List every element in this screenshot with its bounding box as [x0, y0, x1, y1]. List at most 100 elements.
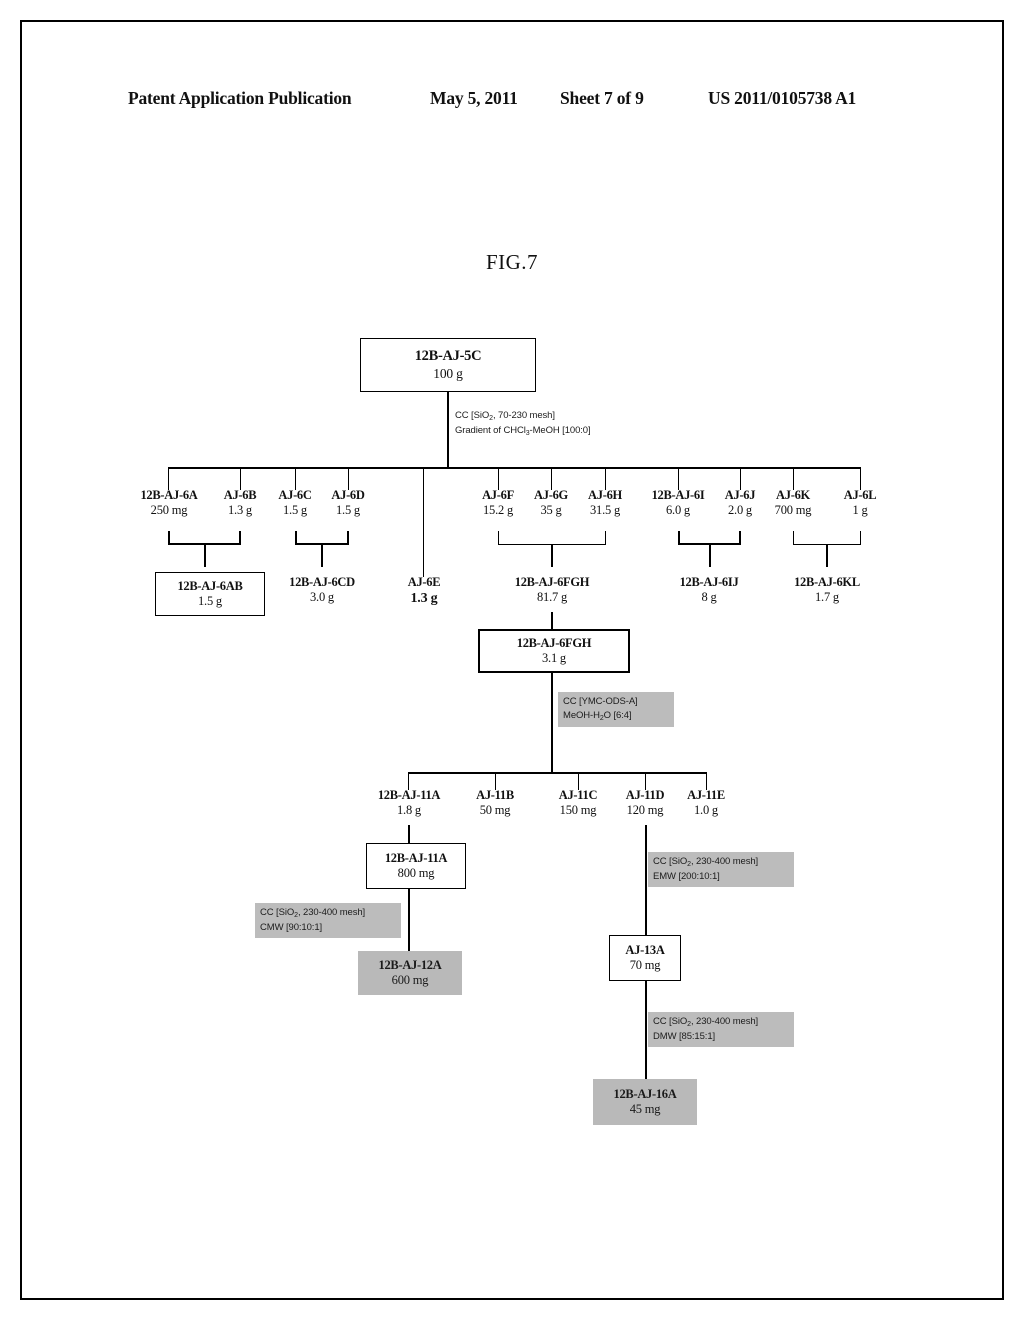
- node-weight: 100 g: [433, 365, 463, 381]
- node-aj-6h: AJ-6H 31.5 g: [576, 488, 634, 519]
- node-label: 12B-AJ-6A: [140, 488, 198, 502]
- node-label: 12B-AJ-6I: [651, 488, 705, 502]
- node-12b-aj-12a: 12B-AJ-12A 600 mg: [358, 951, 462, 995]
- node-weight: 70 mg: [629, 958, 661, 972]
- node-weight: 1.0 g: [693, 803, 718, 818]
- node-label: 12B-AJ-5C: [414, 347, 482, 364]
- connector-drop-aj6c: [295, 467, 297, 490]
- connector-drop-aj6e: [423, 467, 425, 577]
- node-weight: 1 g: [852, 503, 868, 518]
- node-weight: 250 mg: [150, 503, 188, 518]
- connector-drop-aj6i: [678, 467, 680, 490]
- node-weight: 1.5 g: [282, 503, 307, 518]
- node-label: AJ-6K: [776, 488, 810, 502]
- connector-drop-aj6b: [240, 467, 242, 490]
- node-label: AJ-6H: [588, 488, 622, 502]
- bracket-aj6cd: [295, 531, 349, 545]
- node-weight: 1.7 g: [814, 590, 839, 605]
- node-label: 12B-AJ-6FGH: [516, 635, 592, 650]
- node-label: 12B-AJ-16A: [613, 1086, 677, 1101]
- bracket-aj6ij: [678, 531, 741, 545]
- node-weight: 1.5 g: [335, 503, 360, 518]
- node-12b-aj-6cd: 12B-AJ-6CD 3.0 g: [272, 575, 372, 606]
- node-weight: 15.2 g: [482, 503, 514, 518]
- connector-root-stem: [447, 392, 450, 468]
- node-aj-6f: AJ-6F 15.2 g: [470, 488, 526, 519]
- connector-aj6fgh-stem: [551, 545, 553, 567]
- annotation-cc-emw: CC [SiO2, 230-400 mesh] EMW [200:10:1]: [648, 852, 794, 887]
- node-weight: 31.5 g: [589, 503, 621, 518]
- node-weight: 1.3 g: [227, 503, 252, 518]
- bracket-aj6ab: [168, 531, 241, 545]
- node-12b-aj-6a: 12B-AJ-6A 250 mg: [131, 488, 207, 519]
- connector-11a-12a-stem: [408, 889, 410, 951]
- annotation-cc-ods: CC [YMC-ODS-A] MeOH-H2O [6:4]: [558, 692, 674, 727]
- node-weight: 8 g: [701, 590, 717, 605]
- node-aj-6b: AJ-6B 1.3 g: [211, 488, 269, 519]
- node-aj-6l: AJ-6L 1 g: [833, 488, 887, 519]
- connector-aj11d-to-13a: [645, 825, 647, 935]
- annotation-cc-dmw: CC [SiO2, 230-400 mesh] DMW [85:15:1]: [648, 1012, 794, 1047]
- node-12b-aj-16a: 12B-AJ-16A 45 mg: [593, 1079, 697, 1125]
- annotation-cc-cmw: CC [SiO2, 230-400 mesh] CMW [90:10:1]: [255, 903, 401, 938]
- node-12b-aj-6i: 12B-AJ-6I 6.0 g: [641, 488, 715, 519]
- node-label: AJ-6F: [482, 488, 514, 502]
- node-aj-11d: AJ-11D 120 mg: [614, 788, 676, 819]
- connector-aj6kl-stem: [826, 545, 828, 567]
- node-12b-aj-6fgh-top: 12B-AJ-6FGH 81.7 g: [493, 575, 611, 606]
- connector-drop-aj6h: [605, 467, 607, 490]
- connector-level1-bus: [168, 467, 860, 469]
- node-weight: 1.8 g: [396, 803, 421, 818]
- node-aj-11c: AJ-11C 150 mg: [546, 788, 610, 819]
- node-aj-11e: AJ-11E 1.0 g: [676, 788, 736, 819]
- node-weight: 6.0 g: [665, 503, 690, 518]
- connector-drop-aj6g: [551, 467, 553, 490]
- node-label: AJ-11E: [687, 788, 725, 802]
- node-aj-11b: AJ-11B 50 mg: [464, 788, 526, 819]
- node-label: 12B-AJ-6CD: [289, 575, 355, 589]
- connector-aj6cd-stem: [321, 545, 324, 567]
- connector-drop-aj6f: [498, 467, 500, 490]
- connector-aj11a-to-box: [408, 825, 410, 843]
- node-label: AJ-13A: [625, 942, 665, 957]
- node-label: AJ-6B: [223, 488, 257, 502]
- node-weight: 81.7 g: [536, 590, 568, 605]
- node-label: 12B-AJ-11A: [384, 850, 448, 865]
- node-weight: 600 mg: [391, 973, 429, 987]
- node-label: AJ-11C: [558, 788, 598, 802]
- node-12b-aj-6fgh-box: 12B-AJ-6FGH 3.1 g: [478, 629, 630, 673]
- node-label: AJ-6D: [331, 488, 365, 502]
- node-label: 12B-AJ-6IJ: [679, 575, 739, 589]
- annotation-cc-root: CC [SiO2, 70-230 mesh] Gradient of CHCl3…: [455, 410, 591, 438]
- node-label: AJ-11B: [476, 788, 514, 802]
- connector-drop-aj6k: [793, 467, 795, 490]
- bracket-aj6fgh: [498, 531, 606, 545]
- connector-aj6ij-stem: [709, 545, 712, 567]
- connector-drop-aj6l: [860, 467, 862, 490]
- node-label: AJ-6C: [278, 488, 312, 502]
- connector-aj6ab-stem: [204, 545, 207, 567]
- node-label: 12B-AJ-6FGH: [514, 575, 590, 589]
- bracket-aj6kl: [793, 531, 861, 545]
- node-12b-aj-6ij: 12B-AJ-6IJ 8 g: [662, 575, 756, 606]
- node-weight: 120 mg: [626, 803, 664, 818]
- connector-13a-16a-stem: [645, 981, 647, 1079]
- node-label: AJ-6L: [843, 488, 877, 502]
- connector-fgh-to-box: [551, 612, 553, 630]
- node-12b-aj-6ab: 12B-AJ-6AB 1.5 g: [155, 572, 265, 616]
- node-weight: 50 mg: [479, 803, 511, 818]
- connector-level3-bus: [408, 772, 706, 774]
- node-label: 12B-AJ-11A: [377, 788, 441, 802]
- node-weight: 1.5 g: [197, 594, 222, 608]
- node-12b-aj-6kl: 12B-AJ-6KL 1.7 g: [778, 575, 876, 606]
- connector-drop-aj6a: [168, 467, 170, 490]
- node-weight: 150 mg: [559, 803, 597, 818]
- node-label: AJ-6G: [534, 488, 568, 502]
- node-aj-6e: AJ-6E 1.3 g: [396, 575, 452, 607]
- node-aj-6k: AJ-6K 700 mg: [758, 488, 828, 519]
- connector-fgh-ods-stem: [551, 673, 554, 773]
- node-aj-6c: AJ-6C 1.5 g: [268, 488, 322, 519]
- node-label: 12B-AJ-12A: [378, 957, 442, 972]
- connector-drop-aj6d: [348, 467, 350, 490]
- node-12b-aj-11a-box: 12B-AJ-11A 800 mg: [366, 843, 466, 889]
